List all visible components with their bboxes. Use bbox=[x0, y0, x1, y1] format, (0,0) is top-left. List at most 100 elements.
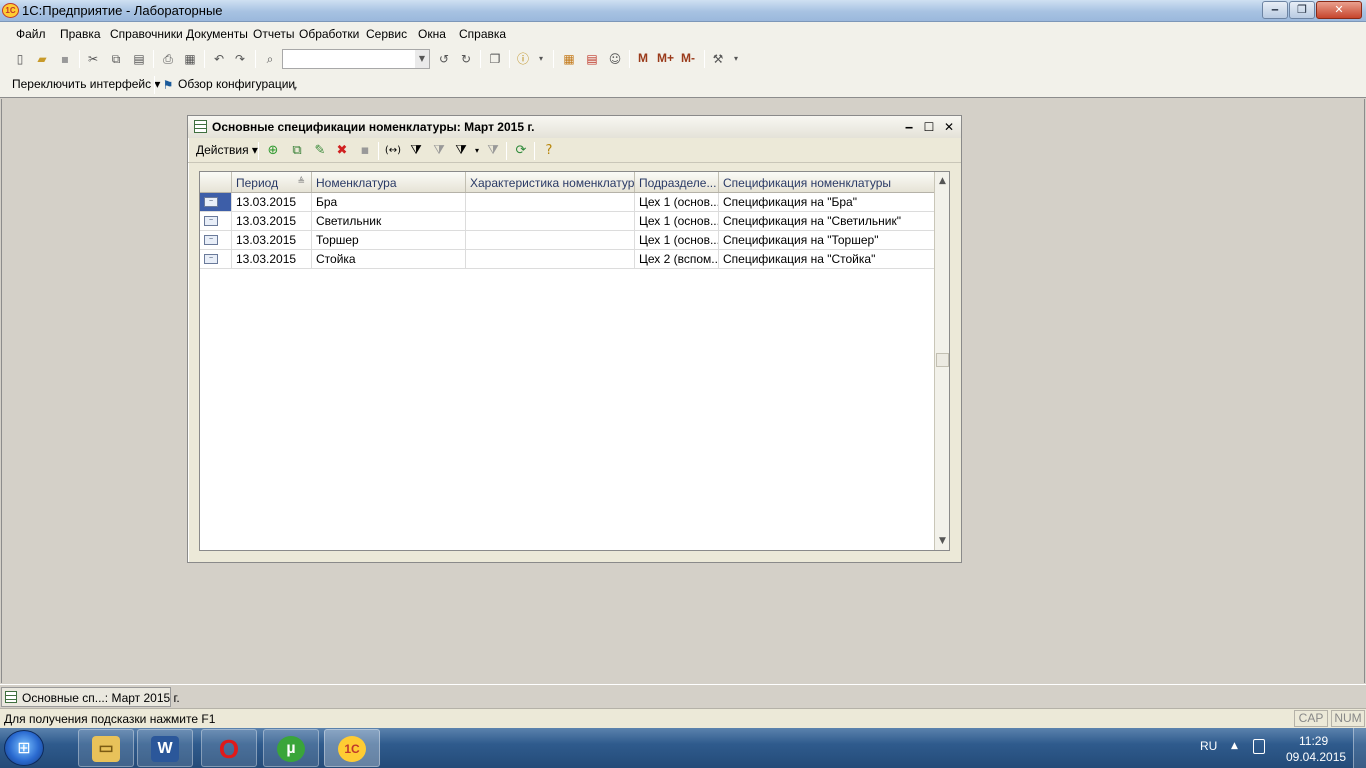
scroll-up-icon[interactable]: ▲ bbox=[935, 174, 950, 188]
minimize-button[interactable]: ‒ bbox=[1262, 1, 1288, 19]
menu-documents[interactable]: Документы bbox=[186, 27, 248, 41]
record-icon: ~ bbox=[204, 235, 218, 245]
memory-minus-button[interactable]: M- bbox=[681, 51, 695, 65]
table-row[interactable]: ~ 13.03.2015 Стойка Цех 2 (вспом... Спец… bbox=[200, 250, 934, 269]
print-preview-icon[interactable]: ▦ bbox=[182, 51, 198, 67]
menu-edit[interactable]: Правка bbox=[60, 27, 101, 41]
toolbar-separator bbox=[480, 50, 481, 68]
filter-by-value-icon[interactable]: ⧩ bbox=[430, 142, 448, 160]
cell-specification: Спецификация на "Бра" bbox=[723, 195, 857, 209]
menu-processing[interactable]: Обработки bbox=[299, 27, 359, 41]
child-close-button[interactable]: ✕ bbox=[940, 119, 958, 135]
record-icon: ~ bbox=[204, 254, 218, 264]
column-header-department[interactable]: Подразделе... bbox=[635, 172, 719, 192]
windows-icon[interactable]: ❐ bbox=[487, 51, 503, 67]
toolbar-separator bbox=[255, 50, 256, 68]
show-desktop-button[interactable] bbox=[1353, 728, 1366, 768]
specifications-table[interactable]: Период ≜ Номенклатура Характеристика номе… bbox=[199, 171, 950, 551]
help-icon[interactable]: ? bbox=[540, 142, 558, 160]
taskbar-app-utorrent[interactable]: µ bbox=[263, 729, 319, 767]
save-icon[interactable]: ▪ bbox=[57, 51, 73, 67]
add-icon[interactable]: ⊕ bbox=[264, 142, 282, 160]
status-bar: Для получения подсказки нажмите F1 CAP N… bbox=[0, 708, 1366, 728]
memory-button[interactable]: M bbox=[638, 51, 648, 65]
menu-reports[interactable]: Отчеты bbox=[253, 27, 294, 41]
language-indicator[interactable]: RU bbox=[1200, 739, 1217, 753]
copy-item-icon[interactable]: ⧉ bbox=[288, 142, 306, 160]
save-item-icon[interactable]: ▪ bbox=[356, 142, 374, 160]
utorrent-icon: µ bbox=[277, 736, 305, 762]
scroll-down-icon[interactable]: ▼ bbox=[935, 534, 950, 548]
switch-interface-button[interactable]: Переключить интерфейс ▾ bbox=[12, 77, 160, 91]
refresh-icon[interactable]: ⟳ bbox=[512, 142, 530, 160]
search-input[interactable]: ▼ bbox=[282, 49, 430, 69]
column-header-specification[interactable]: Спецификация номенклатуры bbox=[719, 172, 934, 192]
delete-icon[interactable]: ✖ bbox=[333, 142, 351, 160]
config-overview-button[interactable]: Обзор конфигурации bbox=[178, 77, 295, 91]
users-icon[interactable]: ☺ bbox=[607, 51, 623, 67]
table-row[interactable]: ~ 13.03.2015 Светильник Цех 1 (основ... … bbox=[200, 212, 934, 231]
row-icon-cell: ~ bbox=[200, 250, 232, 268]
scroll-thumb[interactable] bbox=[936, 353, 949, 367]
windows-taskbar: ⊞ ▭ W O µ 1С RU ▲ 11:29 09.04.2015 bbox=[0, 728, 1366, 768]
calendar-icon[interactable]: ▤ bbox=[584, 51, 600, 67]
child-minimize-button[interactable]: ‒ bbox=[900, 119, 918, 135]
chevron-down-icon[interactable]: ▾ bbox=[533, 51, 549, 67]
interval-icon[interactable]: (↔) bbox=[384, 142, 402, 160]
info-icon[interactable]: ⓘ bbox=[515, 51, 531, 67]
taskbar-app-1c[interactable]: 1С bbox=[324, 729, 380, 767]
cell-department: Цех 1 (основ... bbox=[635, 193, 719, 211]
filter-icon[interactable]: ⧩ bbox=[407, 142, 425, 160]
undo-icon[interactable]: ↶ bbox=[211, 51, 227, 67]
cell-department: Цех 2 (вспом... bbox=[635, 250, 719, 268]
cut-icon[interactable]: ✂ bbox=[85, 51, 101, 67]
search-icon[interactable]: ⌕ bbox=[262, 51, 278, 67]
redo-icon[interactable]: ↷ bbox=[232, 51, 248, 67]
paste-icon[interactable]: ▤ bbox=[131, 51, 147, 67]
menu-file[interactable]: Файл bbox=[16, 27, 46, 41]
taskbar-app-opera[interactable]: O bbox=[201, 729, 257, 767]
table-row[interactable]: ~ 13.03.2015 Бра Цех 1 (основ... Специфи… bbox=[200, 193, 934, 212]
child-maximize-button[interactable]: ☐ bbox=[920, 119, 938, 135]
open-window-tab[interactable]: Основные сп...: Март 2015 г. bbox=[1, 687, 180, 707]
vertical-scrollbar[interactable]: ▲ ▼ bbox=[934, 172, 949, 550]
menu-catalogs[interactable]: Справочники bbox=[110, 27, 183, 41]
power-icon[interactable] bbox=[1253, 739, 1265, 754]
calculator-icon[interactable]: ▦ bbox=[561, 51, 577, 67]
new-document-icon[interactable]: ▯ bbox=[12, 51, 28, 67]
chevron-down-icon[interactable]: ▾ bbox=[728, 51, 744, 67]
copy-icon[interactable]: ⧉ bbox=[108, 51, 124, 67]
clock-date[interactable]: 09.04.2015 bbox=[1286, 750, 1346, 764]
menu-windows[interactable]: Окна bbox=[418, 27, 446, 41]
close-button[interactable]: ✕ bbox=[1316, 1, 1362, 19]
clear-filter-icon[interactable]: ⧩ bbox=[484, 142, 502, 160]
app-logo-icon: 1С bbox=[2, 3, 19, 18]
toolbar-separator bbox=[79, 50, 80, 68]
toolbar-separator bbox=[506, 142, 507, 160]
edit-icon[interactable]: ✎ bbox=[311, 142, 329, 160]
column-header-period[interactable]: Период ≜ bbox=[232, 172, 312, 192]
menu-service[interactable]: Сервис bbox=[366, 27, 407, 41]
maximize-button[interactable]: ❐ bbox=[1289, 1, 1315, 19]
print-icon[interactable]: ⎙ bbox=[160, 51, 176, 67]
open-folder-icon[interactable]: ▰ bbox=[34, 51, 50, 67]
child-window-title: Основные спецификации номенклатуры: Март… bbox=[212, 120, 535, 134]
toolbar-separator bbox=[154, 76, 155, 94]
menu-help[interactable]: Справка bbox=[459, 27, 506, 41]
find-previous-icon[interactable]: ↺ bbox=[436, 51, 452, 67]
chevron-down-icon[interactable]: ▼ bbox=[415, 50, 429, 68]
taskbar-app-word[interactable]: W bbox=[137, 729, 193, 767]
tools-icon[interactable]: ⚒ bbox=[710, 51, 726, 67]
show-hidden-icons-icon[interactable]: ▲ bbox=[1231, 741, 1238, 751]
memory-plus-button[interactable]: M+ bbox=[657, 51, 674, 65]
actions-menu-button[interactable]: Действия ▾ bbox=[196, 143, 258, 157]
taskbar-app-explorer[interactable]: ▭ bbox=[78, 729, 134, 767]
column-header-characteristic[interactable]: Характеристика номенклатуры bbox=[466, 172, 635, 192]
chevron-down-icon[interactable]: ▾ bbox=[287, 81, 303, 97]
start-button[interactable]: ⊞ bbox=[4, 730, 44, 766]
find-next-icon[interactable]: ↻ bbox=[458, 51, 474, 67]
table-row[interactable]: ~ 13.03.2015 Торшер Цех 1 (основ... Спец… bbox=[200, 231, 934, 250]
clock-time[interactable]: 11:29 bbox=[1299, 734, 1328, 748]
cell-specification: Спецификация на "Торшер" bbox=[723, 233, 879, 247]
column-header-item[interactable]: Номенклатура bbox=[312, 172, 466, 192]
